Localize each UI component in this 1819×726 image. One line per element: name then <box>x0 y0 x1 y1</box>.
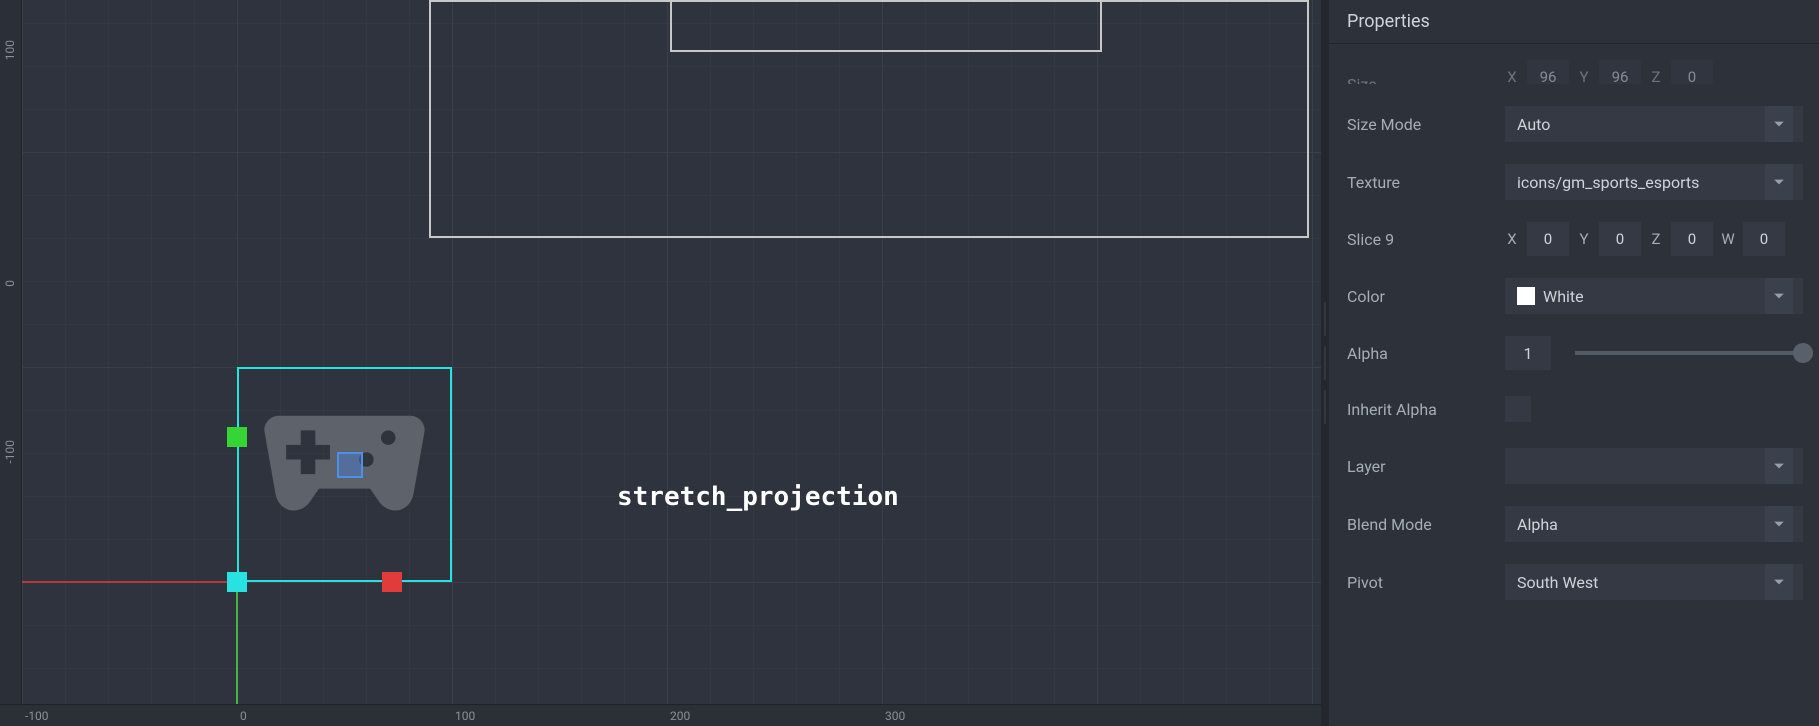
alpha-slider[interactable] <box>1575 351 1803 355</box>
row-texture: Texture icons/gm_sports_esports <box>1347 164 1803 200</box>
row-layer: Layer <box>1347 448 1803 484</box>
ruler-x-tick: 100 <box>455 709 475 723</box>
texture-value: icons/gm_sports_esports <box>1517 173 1765 192</box>
row-size-mode: Size Mode Auto <box>1347 106 1803 142</box>
splitter[interactable] <box>1321 0 1329 726</box>
app-root: stretch_projection 100 0 -100 -100 0 100… <box>0 0 1819 726</box>
node-label: stretch_projection <box>617 482 899 512</box>
blend-mode-label: Blend Mode <box>1347 515 1505 534</box>
ruler-y-tick: -100 <box>3 440 17 464</box>
size-label: Size <box>1347 75 1505 84</box>
texture-label: Texture <box>1347 173 1505 192</box>
pivot-label: Pivot <box>1347 573 1505 592</box>
ruler-y-tick: 100 <box>3 40 17 60</box>
row-size: Size X 96 Y 96 Z 0 <box>1347 50 1803 84</box>
slice9-y[interactable]: 0 <box>1599 222 1641 256</box>
pivot-value: South West <box>1517 573 1765 592</box>
inherit-alpha-label: Inherit Alpha <box>1347 400 1505 419</box>
size-z[interactable]: 0 <box>1671 60 1713 84</box>
size-x[interactable]: 96 <box>1527 60 1569 84</box>
ruler-x: -100 0 100 200 300 <box>0 704 1321 726</box>
size-z-label: Z <box>1649 68 1663 84</box>
ruler-y-tick: 0 <box>3 280 17 287</box>
scene-viewport[interactable]: stretch_projection 100 0 -100 -100 0 100… <box>0 0 1321 726</box>
ruler-x-tick: -100 <box>25 709 49 723</box>
slice9-x[interactable]: 0 <box>1527 222 1569 256</box>
alpha-slider-thumb[interactable] <box>1793 343 1813 363</box>
gizmo-handle-x[interactable] <box>382 572 402 592</box>
scene-bounds-base <box>429 236 1309 238</box>
chevron-down-icon <box>1765 448 1793 484</box>
color-dropdown[interactable]: White <box>1505 278 1803 314</box>
panel-title: Properties <box>1329 0 1819 44</box>
chevron-down-icon <box>1765 506 1793 542</box>
axis-x <box>0 581 237 583</box>
slice9-z[interactable]: 0 <box>1671 222 1713 256</box>
blend-mode-value: Alpha <box>1517 515 1765 534</box>
gizmo-handle-xy[interactable] <box>337 452 363 478</box>
slice9-w[interactable]: 0 <box>1743 222 1785 256</box>
slice9-w-label: W <box>1721 230 1735 248</box>
gizmo-handle-origin[interactable] <box>227 572 247 592</box>
ruler-y: 100 0 -100 <box>0 0 22 704</box>
size-mode-label: Size Mode <box>1347 115 1505 134</box>
row-slice9: Slice 9 X 0 Y 0 Z 0 W 0 <box>1347 222 1803 256</box>
chevron-down-icon <box>1765 106 1793 142</box>
color-label: Color <box>1347 287 1505 306</box>
axis-y <box>236 582 238 722</box>
chevron-down-icon <box>1765 564 1793 600</box>
ruler-x-tick: 0 <box>240 709 247 723</box>
size-mode-dropdown[interactable]: Auto <box>1505 106 1803 142</box>
size-x-label: X <box>1505 68 1519 84</box>
inherit-alpha-checkbox[interactable] <box>1505 396 1531 422</box>
row-blend-mode: Blend Mode Alpha <box>1347 506 1803 542</box>
size-y[interactable]: 96 <box>1599 60 1641 84</box>
chevron-down-icon <box>1765 164 1793 200</box>
row-alpha: Alpha 1 <box>1347 336 1803 370</box>
alpha-input[interactable]: 1 <box>1505 336 1551 370</box>
texture-dropdown[interactable]: icons/gm_sports_esports <box>1505 164 1803 200</box>
row-color: Color White <box>1347 278 1803 314</box>
slice9-z-label: Z <box>1649 230 1663 248</box>
gizmo-handle-y[interactable] <box>227 427 247 447</box>
chevron-down-icon <box>1765 278 1793 314</box>
size-y-label: Y <box>1577 68 1591 84</box>
properties-panel: Properties Size X 96 Y 96 Z 0 Size Mode <box>1329 0 1819 726</box>
ruler-x-tick: 300 <box>885 709 905 723</box>
row-inherit-alpha: Inherit Alpha <box>1347 392 1803 426</box>
color-swatch <box>1517 287 1535 305</box>
slice9-y-label: Y <box>1577 230 1591 248</box>
alpha-label: Alpha <box>1347 344 1505 363</box>
blend-mode-dropdown[interactable]: Alpha <box>1505 506 1803 542</box>
size-mode-value: Auto <box>1517 115 1765 134</box>
layer-label: Layer <box>1347 457 1505 476</box>
ruler-x-tick: 200 <box>670 709 690 723</box>
pivot-dropdown[interactable]: South West <box>1505 564 1803 600</box>
color-value: White <box>1543 287 1765 306</box>
panel-body: Size X 96 Y 96 Z 0 Size Mode Auto <box>1329 44 1819 608</box>
layer-dropdown[interactable] <box>1505 448 1803 484</box>
scene-bounds-left <box>670 0 1102 52</box>
row-pivot: Pivot South West <box>1347 564 1803 600</box>
slice9-x-label: X <box>1505 230 1519 248</box>
slice9-label: Slice 9 <box>1347 230 1505 249</box>
